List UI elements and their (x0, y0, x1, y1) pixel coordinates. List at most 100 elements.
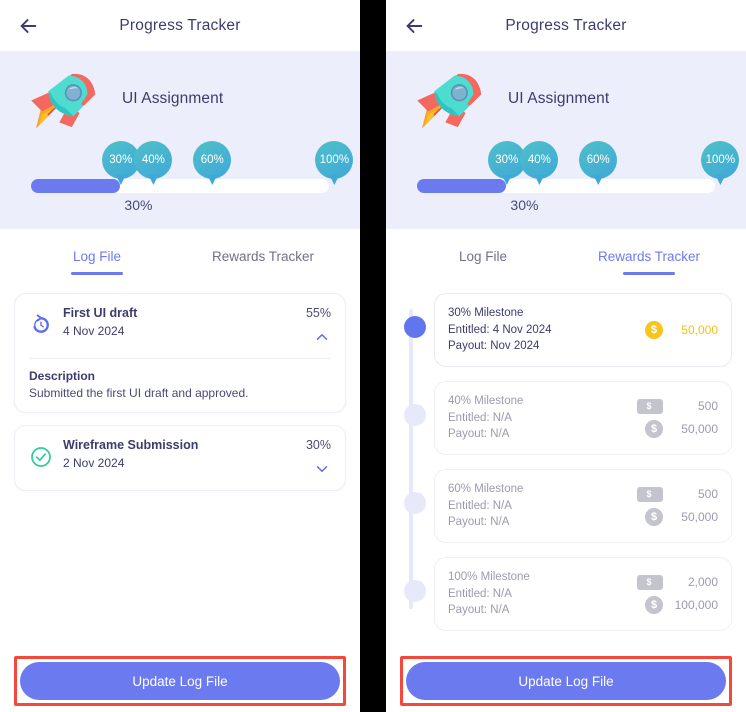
list-item[interactable]: 40% Milestone Entitled: N/A Payout: N/A … (404, 381, 732, 456)
reward-amount: $ 50,000 (645, 321, 718, 339)
check-circle-icon (31, 447, 51, 467)
milestone-timeline: 30% Milestone Entitled: 4 Nov 2024 Payou… (400, 293, 732, 632)
reward-card[interactable]: 30% Milestone Entitled: 4 Nov 2024 Payou… (434, 293, 732, 368)
log-entry-header[interactable]: Wireframe Submission 2 Nov 2024 30% (29, 438, 331, 478)
reward-card[interactable]: 40% Milestone Entitled: N/A Payout: N/A … (434, 381, 732, 456)
log-entry-percent: 55% (305, 306, 331, 320)
list-item[interactable]: 100% Milestone Entitled: N/A Payout: N/A… (404, 557, 732, 632)
chevron-up-icon[interactable] (313, 328, 331, 346)
list-item[interactable]: 30% Milestone Entitled: 4 Nov 2024 Payou… (404, 293, 732, 368)
reward-entitled: Entitled: N/A (448, 499, 512, 512)
description-text: Submitted the first UI draft and approve… (29, 386, 249, 400)
highlight-box: Update Log File (14, 656, 346, 706)
assignment-title: UI Assignment (122, 90, 224, 107)
footer-left: Update Log File (0, 650, 360, 712)
tab-log-file[interactable]: Log File (400, 229, 566, 281)
tab-label: Rewards Tracker (211, 249, 315, 264)
milestone-pin-100[interactable]: 100% (315, 141, 354, 179)
log-entry-title: Wireframe Submission (63, 438, 199, 452)
progress-bar[interactable] (31, 179, 329, 193)
banknote-icon: $ (637, 486, 663, 502)
progress-bar-fill (31, 179, 121, 193)
reward-amount: $ 50,000 (645, 507, 718, 526)
progress-percent-label: 30% (510, 197, 539, 213)
milestone-pin-label: 40% (520, 141, 559, 179)
list-item[interactable]: First UI draft 4 Nov 2024 55% Descriptio… (14, 293, 346, 413)
reward-card[interactable]: 60% Milestone Entitled: N/A Payout: N/A … (434, 469, 732, 544)
tab-rewards-tracker[interactable]: Rewards Tracker (180, 229, 346, 281)
reward-title: 100% Milestone (448, 571, 530, 584)
page-title: Progress Tracker (505, 16, 627, 34)
reward-amounts: $ 2,000 $ 100,000 (637, 574, 718, 614)
description-label: Description (29, 369, 96, 383)
banknote-icon: $ (637, 398, 663, 414)
update-log-file-button[interactable]: Update Log File (406, 662, 726, 700)
tab-label: Log File (458, 249, 508, 264)
hero-header: UI Assignment (22, 51, 338, 139)
reward-card[interactable]: 100% Milestone Entitled: N/A Payout: N/A… (434, 557, 732, 632)
reward-info: 40% Milestone Entitled: N/A Payout: N/A (448, 393, 637, 443)
phone-panel-log-file: Progress Tracker UI Assignment 30% 40% 6… (0, 0, 360, 712)
tab-log-file[interactable]: Log File (14, 229, 180, 281)
reward-amount: $ 500 (637, 486, 718, 502)
log-entry-percent: 30% (305, 438, 331, 452)
reward-entitled: Entitled: N/A (448, 411, 512, 424)
reward-amount-value: 50,000 (681, 421, 718, 436)
timeline-dot-completed (404, 316, 426, 338)
list-item[interactable]: Wireframe Submission 2 Nov 2024 30% (14, 425, 346, 491)
highlight-box: Update Log File (400, 656, 732, 706)
progress-bar[interactable] (417, 179, 715, 193)
panel-divider (360, 0, 386, 712)
history-clock-icon (33, 314, 49, 333)
log-file-list: First UI draft 4 Nov 2024 55% Descriptio… (0, 281, 360, 650)
coin-icon: $ (645, 595, 663, 614)
reward-amount: $ 100,000 (645, 595, 718, 614)
milestone-pin-label: 40% (134, 141, 173, 179)
tab-bar-right: Log File Rewards Tracker (386, 229, 746, 281)
reward-payout: Payout: N/A (448, 604, 510, 617)
timeline-dot-pending (404, 404, 426, 427)
tab-label: Log File (72, 249, 122, 264)
reward-payout: Payout: N/A (448, 428, 510, 441)
milestone-pin-label: 100% (315, 141, 354, 179)
phone-panel-rewards: Progress Tracker UI Assignment 30% 40% 6… (386, 0, 746, 712)
reward-amounts: $ 50,000 (645, 321, 718, 339)
banknote-icon: $ (637, 574, 663, 590)
reward-info: 30% Milestone Entitled: 4 Nov 2024 Payou… (448, 305, 645, 355)
milestone-pin-60[interactable]: 60% (579, 141, 618, 179)
progress-track-left: 30% 40% 60% 100% 30% (22, 141, 354, 213)
log-entry-date: 4 Nov 2024 (63, 324, 125, 338)
page-title: Progress Tracker (119, 16, 241, 34)
tab-label: Rewards Tracker (597, 249, 701, 264)
reward-amounts: $ 500 $ 50,000 (637, 486, 718, 526)
list-item[interactable]: 60% Milestone Entitled: N/A Payout: N/A … (404, 469, 732, 544)
tab-active-underline (71, 272, 123, 275)
milestone-pin-40[interactable]: 40% (520, 141, 559, 179)
milestone-pin-label: 60% (193, 141, 232, 179)
milestone-pin-60[interactable]: 60% (193, 141, 232, 179)
timeline-dot-pending (404, 580, 426, 603)
log-entry-header[interactable]: First UI draft 4 Nov 2024 55% (29, 306, 331, 346)
log-entry-title: First UI draft (63, 306, 138, 320)
update-log-file-button[interactable]: Update Log File (20, 662, 340, 700)
tab-active-underline (457, 272, 509, 275)
rewards-tracker-list: 30% Milestone Entitled: 4 Nov 2024 Payou… (386, 281, 746, 650)
reward-amount: $ 2,000 (637, 574, 718, 590)
reward-payout: Payout: Nov 2024 (448, 340, 540, 353)
tab-active-underline (237, 272, 289, 275)
chevron-down-icon[interactable] (313, 460, 331, 478)
milestone-pin-label: 100% (701, 141, 740, 179)
tab-rewards-tracker[interactable]: Rewards Tracker (566, 229, 732, 281)
app-bar-right: Progress Tracker (386, 0, 746, 51)
footer-right: Update Log File (386, 650, 746, 712)
reward-amount-value: 2,000 (687, 575, 718, 590)
assignment-title: UI Assignment (508, 90, 610, 107)
log-entry-meta: 55% (306, 306, 331, 346)
milestone-pin-100[interactable]: 100% (701, 141, 740, 179)
screenshot-stage: Progress Tracker UI Assignment 30% 40% 6… (0, 0, 746, 712)
reward-title: 60% Milestone (448, 483, 524, 496)
milestone-pin-label: 60% (579, 141, 618, 179)
reward-info: 100% Milestone Entitled: N/A Payout: N/A (448, 569, 637, 619)
milestone-pin-40[interactable]: 40% (134, 141, 173, 179)
reward-payout: Payout: N/A (448, 516, 510, 529)
